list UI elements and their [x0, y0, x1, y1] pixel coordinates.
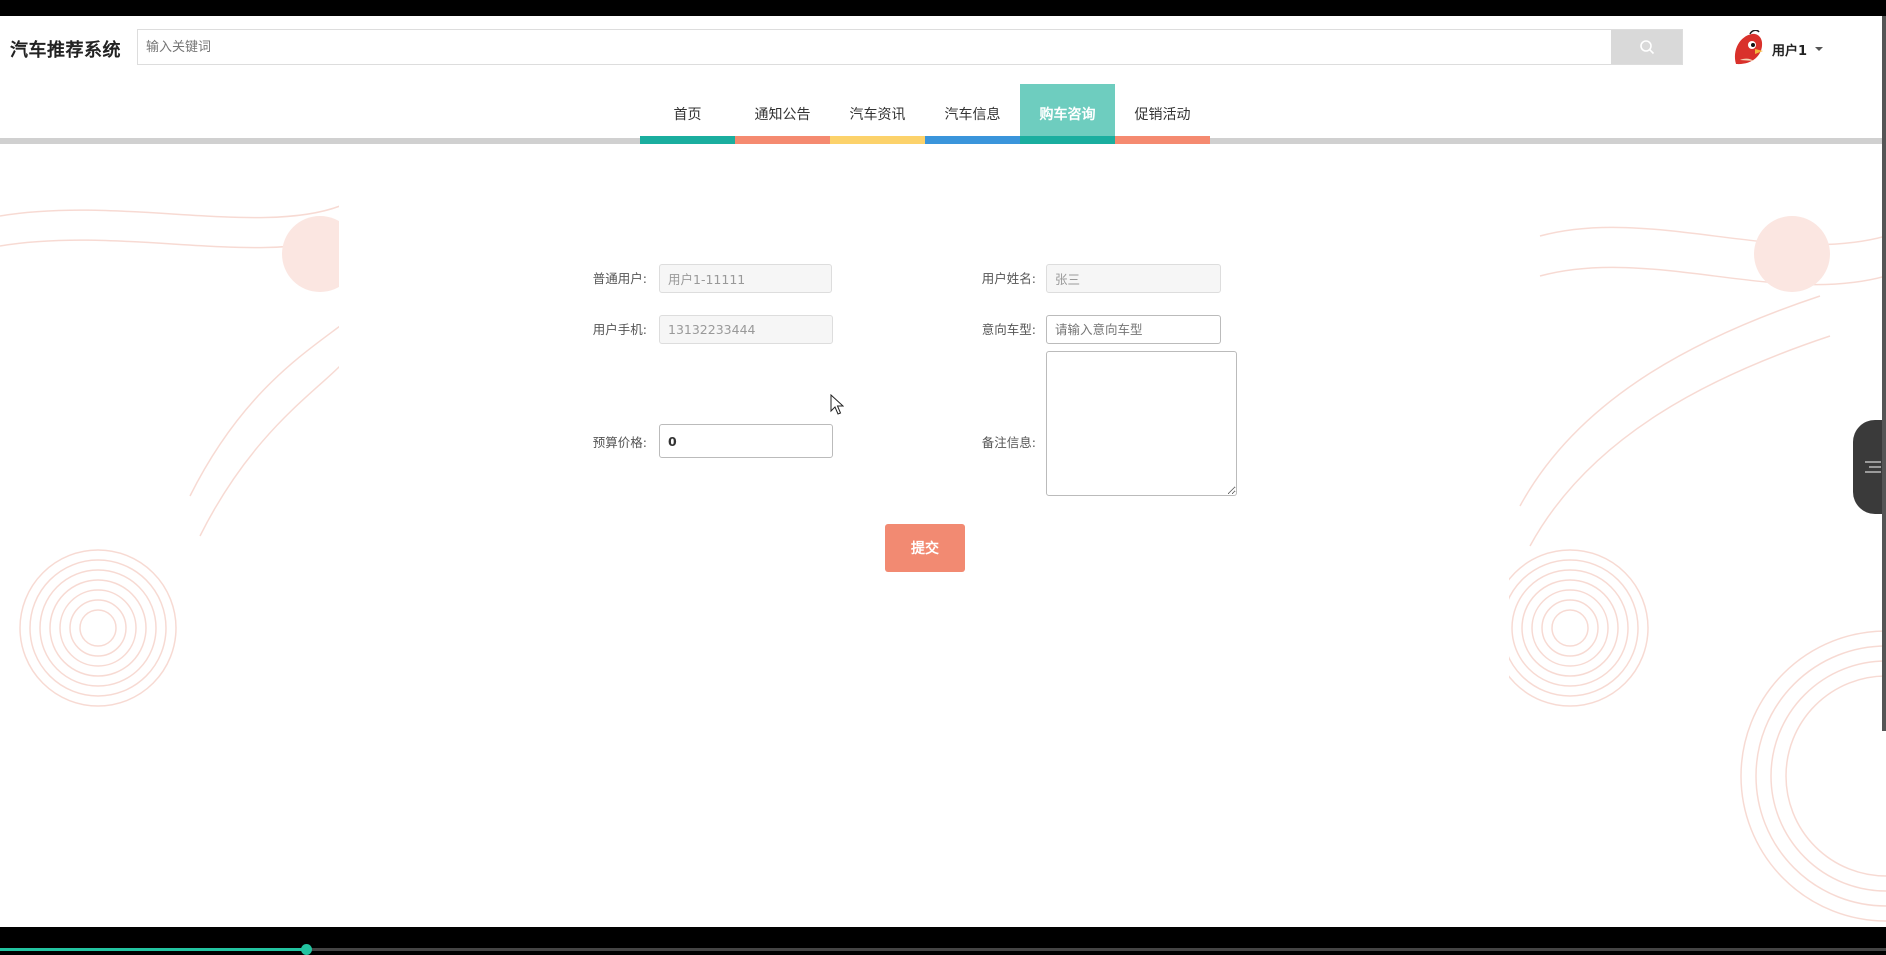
nav-item-2[interactable]: 通知公告: [735, 84, 830, 144]
user-label: 普通用户:: [592, 271, 647, 286]
avatar: [1734, 30, 1763, 65]
mouse-cursor-icon: [830, 394, 844, 415]
nav-item-color-bar: [830, 136, 925, 144]
nav-item-label: 汽车资讯: [849, 107, 906, 123]
submit-button[interactable]: 提交: [885, 524, 965, 572]
nav-item-6[interactable]: 促销活动: [1115, 84, 1210, 144]
nav-item-label: 首页: [673, 107, 702, 123]
top-header: 汽车推荐系统 用户1: [0, 16, 1886, 82]
remarks-field[interactable]: [1046, 351, 1237, 496]
phone-label: 用户手机:: [592, 322, 647, 337]
phone-field[interactable]: [659, 315, 833, 344]
budget-label: 预算价格:: [592, 435, 647, 450]
name-field[interactable]: [1046, 264, 1221, 293]
search-button[interactable]: [1611, 30, 1682, 64]
main-nav: 首页 通知公告 汽车资讯 汽车信息 购车咨询 促销活动: [640, 84, 1210, 144]
car-model-label: 意向车型:: [981, 322, 1036, 337]
nav-item-label: 通知公告: [754, 107, 811, 123]
page: 汽车推荐系统 用户1 首页 通知公告 汽车资讯 汽车信息 购车咨询 促销活动: [0, 16, 1886, 927]
user-field[interactable]: [659, 264, 832, 293]
nav-item-color-bar: [1115, 136, 1210, 144]
name-label: 用户姓名:: [981, 271, 1036, 286]
nav-item-4[interactable]: 汽车信息: [925, 84, 1020, 144]
search-icon: [1639, 40, 1654, 55]
user-name: 用户1: [1772, 43, 1808, 59]
car-model-field[interactable]: [1046, 315, 1221, 344]
list-icon: [1865, 461, 1881, 473]
nav-item-label: 汽车信息: [944, 107, 1001, 123]
nav-item-3[interactable]: 汽车资讯: [830, 84, 925, 144]
remarks-label: 备注信息:: [981, 435, 1036, 450]
nav-item-5[interactable]: 购车咨询: [1020, 84, 1115, 144]
user-menu[interactable]: 用户1: [1730, 30, 1824, 68]
player-progress-fill: [0, 948, 306, 951]
search-input[interactable]: [138, 30, 1612, 64]
nav-item-label: 促销活动: [1134, 107, 1191, 123]
site-logo[interactable]: 汽车推荐系统: [10, 36, 121, 62]
player-progress-knob[interactable]: [300, 944, 312, 955]
nav-item-color-bar: [640, 136, 735, 144]
chevron-down-icon: [1815, 47, 1824, 51]
nav-item-color-bar: [1020, 136, 1115, 144]
budget-field[interactable]: [659, 424, 833, 458]
nav-item-color-bar: [735, 136, 830, 144]
nav-item-color-bar: [925, 136, 1020, 144]
search-bar: [137, 29, 1683, 65]
nav-item-1[interactable]: 首页: [640, 84, 735, 144]
scrollbar[interactable]: [1882, 16, 1886, 731]
nav-item-label: 购车咨询: [1039, 107, 1096, 123]
